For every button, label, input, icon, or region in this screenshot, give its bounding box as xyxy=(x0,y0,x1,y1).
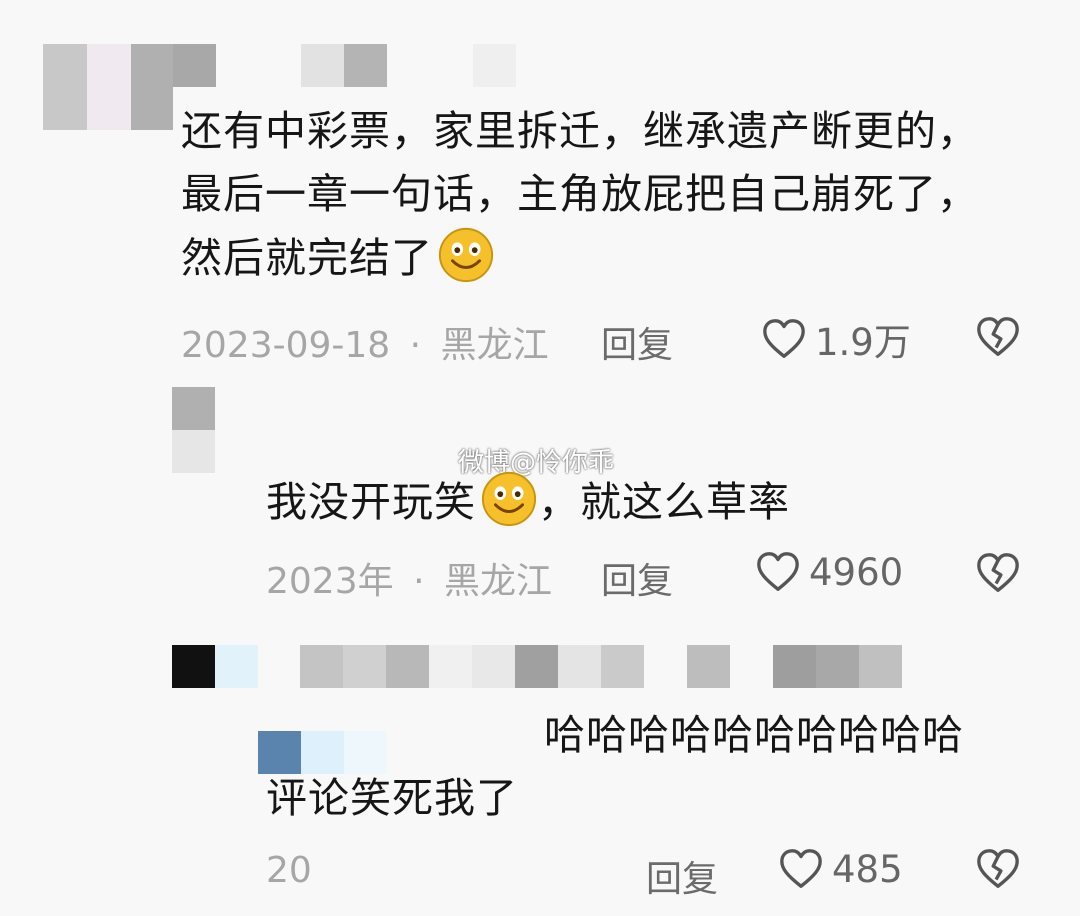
dislike-icon[interactable] xyxy=(975,314,1021,360)
like-count: 485 xyxy=(832,847,903,891)
timestamp: 20 xyxy=(266,850,312,891)
grinning-face-icon xyxy=(438,227,494,283)
comment-meta: 2023-09-18 · 黑龙江 xyxy=(181,325,549,366)
like-count: 4960 xyxy=(809,550,904,594)
like-button[interactable]: 485 xyxy=(778,846,903,892)
comment-meta: 2023年 · 黑龙江 xyxy=(266,561,552,602)
grinning-face-icon xyxy=(481,471,537,527)
heart-icon xyxy=(780,849,822,888)
timestamp: 2023年 xyxy=(266,561,394,602)
comment-text: 我没开玩笑 ，就这么草率 xyxy=(266,470,790,534)
reply-button[interactable]: 回复 xyxy=(601,552,673,604)
like-button[interactable]: 4960 xyxy=(755,549,903,595)
reply-button[interactable]: 回复 xyxy=(601,316,673,368)
heart-icon xyxy=(757,552,799,591)
comment-text: 还有中彩票，家里拆迁，继承遗产断更的， 最后一章一句话，主角放屁把自己崩死了， … xyxy=(181,107,979,283)
username[interactable] xyxy=(173,44,523,87)
like-button[interactable]: 1.9万 xyxy=(761,312,911,366)
location: 黑龙江 xyxy=(443,561,552,602)
dislike-icon[interactable] xyxy=(975,846,1021,892)
comment-text: 评论笑死我了 xyxy=(266,774,518,822)
comment-text: 哈哈哈哈哈哈哈哈哈哈 xyxy=(544,711,964,759)
timestamp: 2023-09-18 xyxy=(181,325,391,366)
username[interactable] xyxy=(172,645,904,688)
dislike-icon[interactable] xyxy=(975,550,1021,596)
location: 黑龙江 xyxy=(440,325,549,366)
heart-icon xyxy=(763,319,805,358)
avatar[interactable] xyxy=(43,44,173,130)
like-count: 1.9万 xyxy=(815,321,911,364)
avatar[interactable] xyxy=(172,387,215,473)
reply-button[interactable]: 回复 xyxy=(646,850,718,902)
